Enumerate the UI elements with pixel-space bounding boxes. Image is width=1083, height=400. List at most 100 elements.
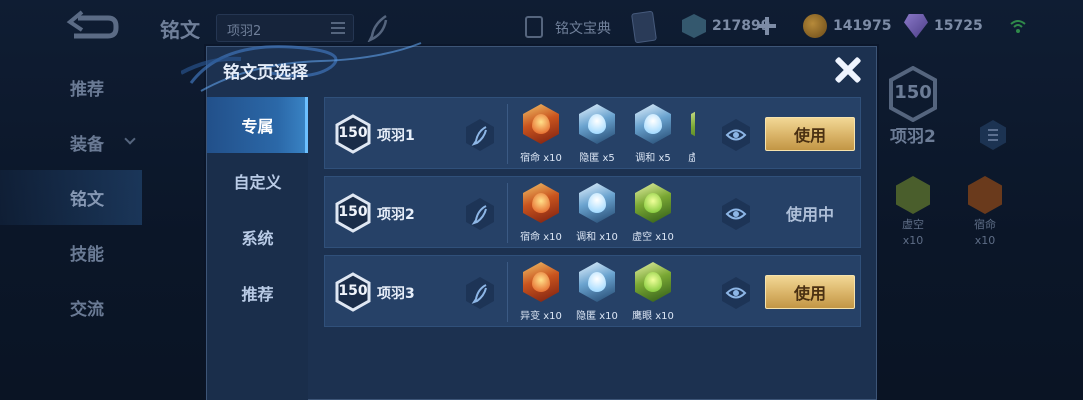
- use-button[interactable]: 使用: [765, 275, 855, 309]
- tab-system[interactable]: 系统: [207, 209, 308, 265]
- tab-custom[interactable]: 自定义: [207, 153, 308, 209]
- screen-title: 铭文: [160, 18, 200, 42]
- harmony-rune-icon: [635, 104, 671, 144]
- page-level: 150: [338, 125, 368, 141]
- rune-caption: 宿命 x10: [520, 153, 562, 164]
- feather-edit-icon[interactable]: [366, 14, 390, 42]
- filter-menu-icon[interactable]: [980, 120, 1006, 150]
- rune-item: 鹰眼 x10: [625, 262, 681, 322]
- rune-caption: 隐匿 x5: [579, 153, 615, 164]
- chevron-down-icon: [124, 133, 136, 145]
- nav-item-label: 铭文: [70, 190, 104, 210]
- nav-item-label: 交流: [70, 300, 104, 320]
- rune-caption: 宿命 x10: [520, 232, 562, 243]
- rune-page-select-dialog: 铭文页选择 专属 自定义 系统 推荐 150 项羽1 宿命 x10 隐匿 x5 …: [181, 42, 877, 400]
- wifi-icon: [1010, 20, 1026, 33]
- harmony-rune-icon: [579, 183, 615, 223]
- page-level: 150: [338, 283, 368, 299]
- tab-recommend[interactable]: 推荐: [207, 265, 308, 321]
- rune-caption: 调和 x5: [635, 153, 671, 164]
- gold-amount: 141975: [833, 18, 892, 34]
- category-tabs: 专属 自定义 系统 推荐: [207, 97, 308, 400]
- rune-item: 宿命 x10: [513, 104, 569, 164]
- rune-list: 异变 x10 隐匿 x10 鹰眼 x10: [513, 256, 695, 328]
- list-icon: [331, 22, 345, 34]
- rune-summary-panel: 150 项羽2 虚空 x10 宿命 x10: [876, 60, 1083, 360]
- rune-page-row[interactable]: 150 项羽1 宿命 x10 隐匿 x5 调和 x5 虚 使用: [324, 97, 861, 169]
- close-icon[interactable]: [833, 55, 863, 85]
- summary-rune-caption: 宿命 x10: [974, 218, 996, 247]
- side-nav: 推荐 装备 铭文 技能 交流: [0, 60, 142, 335]
- page-name: 项羽1: [377, 128, 415, 144]
- gold-coin-icon: [803, 14, 827, 38]
- summary-rune: 虚空 x10: [878, 176, 948, 247]
- stealth-rune-icon: [579, 262, 615, 302]
- rune-item: 调和 x5: [625, 104, 681, 164]
- rune-item: 虚空 x10: [625, 183, 681, 243]
- summary-rune: 宿命 x10: [950, 176, 1020, 247]
- gem-icon: [682, 14, 706, 38]
- rune-page-row[interactable]: 150 项羽2 宿命 x10 调和 x10 虚空 x10 使用中: [324, 176, 861, 248]
- rune-caption: 虚空 x10: [632, 232, 674, 243]
- rune-item: 隐匿 x10: [569, 262, 625, 322]
- fate-rune-icon: [523, 104, 559, 144]
- use-button[interactable]: 使用: [765, 117, 855, 151]
- nav-item-recommend[interactable]: 推荐: [0, 60, 142, 115]
- rune-list: 宿命 x10 隐匿 x5 调和 x5 虚空 x10: [513, 98, 695, 170]
- diamond-amount: 15725: [934, 18, 983, 34]
- summary-page-name: 项羽2: [890, 127, 936, 147]
- eye-icon[interactable]: [721, 197, 751, 231]
- rune-list: 宿命 x10 调和 x10 虚空 x10: [513, 177, 695, 249]
- back-arrow-icon[interactable]: [64, 10, 120, 44]
- current-page-selector[interactable]: 项羽2: [216, 14, 354, 42]
- mutation-rune-icon: [523, 262, 559, 302]
- rune-caption: 调和 x10: [576, 232, 618, 243]
- nav-item-community[interactable]: 交流: [0, 280, 142, 335]
- page-name: 项羽2: [377, 207, 415, 223]
- feather-edit-icon[interactable]: [465, 118, 495, 152]
- eye-icon[interactable]: [721, 118, 751, 152]
- page-level: 150: [338, 204, 368, 220]
- rune-caption: 异变 x10: [520, 311, 562, 322]
- stealth-rune-icon: [579, 104, 615, 144]
- diamond-icon: [904, 14, 928, 38]
- rune-gem-icon: [968, 176, 1002, 214]
- nav-item-label: 装备: [70, 135, 104, 155]
- nav-item-equipment[interactable]: 装备: [0, 115, 142, 170]
- rune-item: 调和 x10: [569, 183, 625, 243]
- dialog-title: 铭文页选择: [223, 63, 308, 83]
- in-use-status: 使用中: [785, 205, 834, 224]
- rune-caption: 鹰眼 x10: [632, 311, 674, 322]
- rune-caption: 虚空 x10: [688, 153, 695, 164]
- eagle-eye-rune-icon: [635, 262, 671, 302]
- nav-item-label: 推荐: [70, 80, 104, 100]
- nav-item-skills[interactable]: 技能: [0, 225, 142, 280]
- void-rune-icon: [635, 183, 671, 223]
- add-gems-button[interactable]: [758, 17, 776, 35]
- rune-page-row[interactable]: 150 项羽3 异变 x10 隐匿 x10 鹰眼 x10 使用: [324, 255, 861, 327]
- rune-item: 宿命 x10: [513, 183, 569, 243]
- row-divider: [507, 262, 508, 322]
- row-divider: [507, 104, 508, 164]
- summary-rune-caption: 虚空 x10: [902, 218, 924, 247]
- void-rune-icon: [691, 104, 695, 144]
- summary-level: 150: [894, 82, 932, 103]
- row-divider: [507, 183, 508, 243]
- rune-item: 虚空 x10: [681, 104, 695, 164]
- rune-item: 异变 x10: [513, 262, 569, 322]
- fate-rune-icon: [523, 183, 559, 223]
- card-icon[interactable]: [631, 10, 657, 44]
- feather-edit-icon[interactable]: [465, 197, 495, 231]
- eye-icon[interactable]: [721, 276, 751, 310]
- feather-edit-icon[interactable]: [465, 276, 495, 310]
- rune-item: 隐匿 x5: [569, 104, 625, 164]
- rune-gem-icon: [896, 176, 930, 214]
- rune-guide-label: 铭文宝典: [555, 21, 611, 37]
- current-page-name: 项羽2: [227, 24, 262, 39]
- nav-item-label: 技能: [70, 245, 104, 265]
- page-name: 项羽3: [377, 286, 415, 302]
- book-icon: [525, 16, 543, 38]
- tab-exclusive[interactable]: 专属: [207, 97, 308, 153]
- nav-item-runes[interactable]: 铭文: [0, 170, 142, 225]
- rune-caption: 隐匿 x10: [576, 311, 618, 322]
